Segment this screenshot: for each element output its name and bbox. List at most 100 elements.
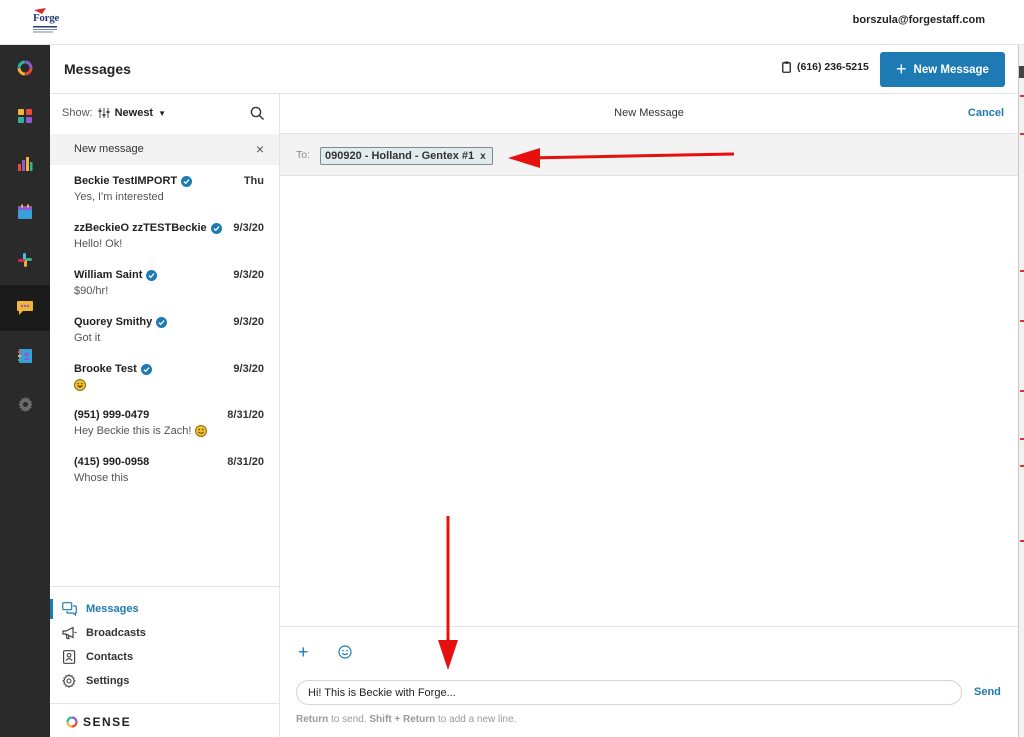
conversation-date: 9/3/20 [233, 269, 264, 281]
message-preview-row: Hey Beckie this is Zach! [74, 425, 208, 437]
hint-shift-return: Shift + Return [369, 714, 436, 725]
edge-mark [1020, 95, 1024, 97]
contact-name: (415) 990-0958 [74, 456, 150, 468]
rail-item-apps[interactable] [0, 93, 50, 139]
verified-icon [156, 316, 168, 328]
contact-name-row: zzBeckieO zzTESTBeckie [74, 222, 222, 234]
hint-to-send: to send. [331, 714, 367, 725]
send-button[interactable]: Send [974, 686, 1001, 698]
nav-settings[interactable]: Settings [50, 669, 279, 693]
conversation-date: 9/3/20 [233, 222, 264, 234]
nav-broadcasts[interactable]: Broadcasts [50, 621, 279, 645]
nav-contacts[interactable]: Contacts [50, 645, 279, 669]
rail-item-settings[interactable] [0, 381, 50, 427]
clipboard-icon [782, 61, 791, 73]
smiley-emoji-icon [195, 425, 208, 437]
conversation-date: 8/31/20 [227, 409, 264, 421]
contact-card-icon [63, 650, 76, 664]
bar-chart-icon [18, 157, 33, 171]
user-email[interactable]: borszula@forgestaff.com [853, 14, 985, 26]
message-input[interactable] [296, 680, 962, 705]
rail-item-integrations[interactable] [0, 237, 50, 283]
attach-plus-icon[interactable]: + [298, 642, 309, 663]
conversation-item[interactable]: Brooke Test 9/3/20 [50, 353, 279, 399]
slack-icon [18, 253, 32, 267]
messages-icon [62, 602, 77, 616]
rail-item-calendar[interactable] [0, 189, 50, 235]
contact-name: (951) 999-0479 [74, 409, 150, 421]
app-rail [0, 45, 50, 737]
rail-item-contacts[interactable] [0, 333, 50, 379]
message-preview: Hey Beckie this is Zach! [74, 425, 192, 437]
cancel-button[interactable]: Cancel [968, 107, 1004, 119]
recipient-row[interactable]: To: 090920 - Holland - Gentex #1 x [280, 134, 1018, 176]
gear-icon [17, 396, 33, 412]
brand-footer: SENSE [50, 703, 279, 737]
plus-icon: + [896, 58, 907, 79]
conversation-item[interactable]: (951) 999-0479 8/31/20 Hey Beckie this i… [50, 399, 279, 445]
verified-icon [181, 175, 193, 187]
search-icon[interactable] [250, 106, 265, 121]
rail-item-reports[interactable] [0, 141, 50, 187]
conversation-item[interactable]: Beckie TestIMPORT Thu Yes, I'm intereste… [50, 165, 279, 211]
page-header: Messages (616) 236-5215 + New Message [50, 45, 1020, 94]
contact-book-icon [18, 349, 32, 363]
compose-header: New Message Cancel [280, 94, 1018, 134]
edge-mark [1019, 66, 1024, 78]
new-message-button[interactable]: + New Message [880, 52, 1005, 87]
background-window-edge [1018, 45, 1024, 737]
conversation-item[interactable]: (415) 990-0958 8/31/20 Whose this [50, 446, 279, 492]
verified-icon [146, 269, 158, 281]
message-preview: Yes, I'm interested [74, 191, 164, 203]
contact-name: Beckie TestIMPORT [74, 175, 178, 187]
hint-return: Return [296, 714, 329, 725]
new-message-label: New Message [913, 63, 989, 76]
contact-name: Quorey Smithy [74, 316, 153, 328]
edge-mark [1020, 320, 1024, 322]
compose-bar: + Send Return to send. Shift + Return to… [280, 626, 1018, 737]
conversation-list: Show: Newest ▼ New message × Beckie Test… [50, 94, 280, 737]
rail-item-dashboard[interactable] [0, 45, 50, 91]
sort-value: Newest [114, 107, 154, 119]
contact-name-row: Brooke Test [74, 363, 152, 375]
nav-label: Messages [86, 603, 139, 615]
remove-recipient-icon[interactable]: x [480, 151, 486, 162]
rail-item-messages[interactable] [0, 285, 50, 331]
apps-grid-icon [18, 109, 32, 123]
sliders-icon [98, 108, 110, 118]
recipient-chip[interactable]: 090920 - Holland - Gentex #1 x [320, 147, 493, 165]
megaphone-icon [62, 626, 77, 640]
logo-text: Forge [33, 12, 59, 24]
contact-name-row: Quorey Smithy [74, 316, 168, 328]
phone-number-text: (616) 236-5215 [797, 61, 869, 73]
message-preview: Hello! Ok! [74, 238, 123, 250]
close-icon[interactable]: × [256, 141, 264, 157]
edge-mark [1020, 540, 1024, 542]
chevron-down-icon: ▼ [158, 108, 167, 118]
new-message-item[interactable]: New message × [50, 134, 279, 165]
emoji-picker-icon[interactable] [338, 645, 352, 659]
conversation-item[interactable]: Quorey Smithy 9/3/20 Got it [50, 306, 279, 352]
conversation-item[interactable]: zzBeckieO zzTESTBeckie 9/3/20 Hello! Ok! [50, 212, 279, 258]
conversation-date: Thu [243, 175, 264, 187]
sense-logo-icon [66, 716, 78, 728]
nav-messages[interactable]: Messages [50, 597, 279, 621]
verified-icon [210, 222, 222, 234]
new-message-item-label: New message [74, 143, 144, 155]
edge-mark [1020, 390, 1024, 392]
edge-mark [1020, 465, 1024, 467]
conversation-item[interactable]: William Saint 9/3/20 $90/hr! [50, 259, 279, 305]
keyboard-hint: Return to send. Shift + Return to add a … [296, 714, 516, 725]
grinning-emoji-icon [74, 379, 86, 391]
nav-label: Contacts [86, 651, 134, 663]
sort-control[interactable]: Show: Newest ▼ [62, 107, 166, 119]
message-preview: $90/hr! [74, 285, 109, 297]
contact-name: William Saint [74, 269, 143, 281]
edge-mark [1020, 270, 1024, 272]
message-preview-row [74, 379, 86, 391]
nav-label: Settings [86, 675, 130, 687]
dashboard-ring-icon [17, 60, 33, 76]
to-label: To: [296, 149, 311, 161]
show-label: Show: [62, 107, 93, 119]
page-title: Messages [64, 61, 131, 77]
